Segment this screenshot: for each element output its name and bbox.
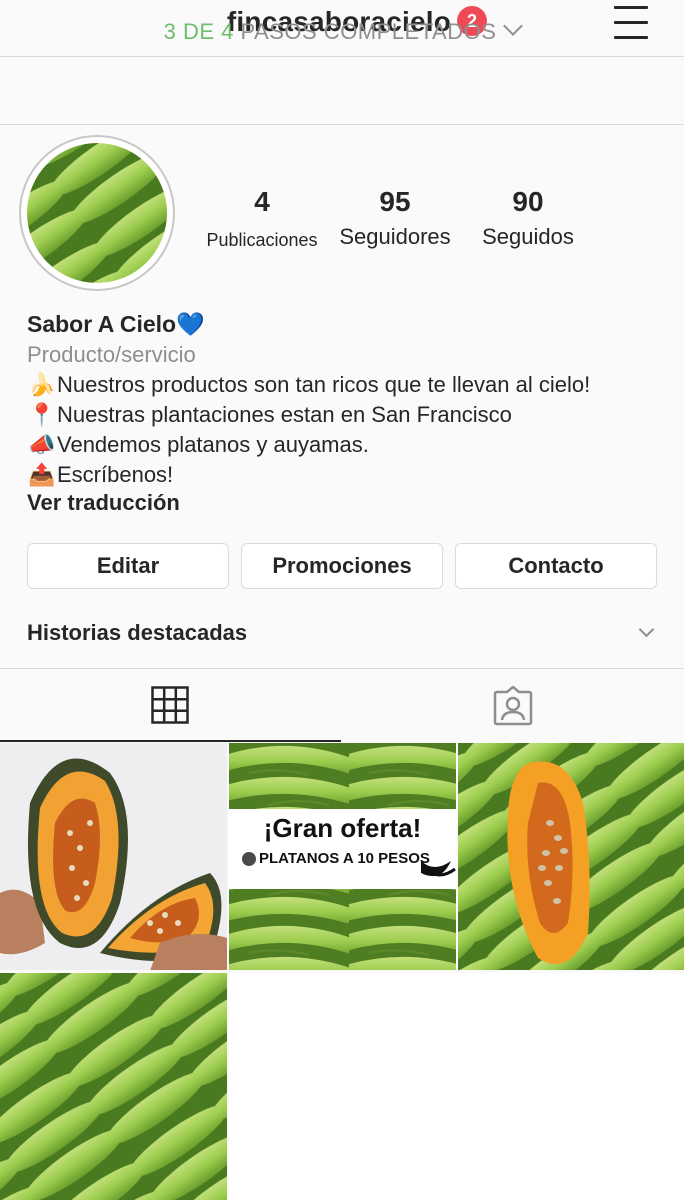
profile-tabs <box>0 668 684 743</box>
steps-label: PASOS COMPLETADOS <box>240 19 497 44</box>
profile-name-text: Sabor A Cielo <box>27 311 177 337</box>
stat-followers-value: 95 <box>379 186 411 217</box>
bio-text: Nuestros productos son tan ricos que te … <box>57 372 591 397</box>
avatar-bananas-image <box>27 143 167 283</box>
stat-followers[interactable]: 95 Seguidores <box>325 186 465 250</box>
outbox-icon: 📤 <box>28 462 56 487</box>
offer-title: ¡Gran oferta! <box>263 813 422 843</box>
chevron-down-icon <box>503 16 524 36</box>
bio-line: 📤Escríbenos! <box>27 460 590 490</box>
active-tab-indicator <box>0 740 341 742</box>
offer-subtitle: PLATANOS A 10 PESOS <box>259 850 430 867</box>
bio-text: Vendemos platanos y auyamas. <box>57 432 369 457</box>
bio-line: 🍌Nuestros productos son tan ricos que te… <box>27 370 590 400</box>
edit-profile-button[interactable]: Editar <box>27 543 229 589</box>
post-thumbnail-offer[interactable]: ¡Gran oferta! PLATANOS A 10 PESOS <box>229 743 456 970</box>
bio-line: 📍Nuestras plantaciones estan en San Fran… <box>27 400 590 430</box>
steps-progress[interactable]: 3 DE 4 PASOS COMPLETADOS <box>0 16 684 45</box>
bio-text: Escríbenos! <box>57 462 174 487</box>
stat-following[interactable]: 90 Seguidos <box>458 186 598 250</box>
blue-heart-icon: 💙 <box>176 311 205 337</box>
contact-button[interactable]: Contacto <box>455 543 657 589</box>
pumpkin-slice-image <box>458 743 684 970</box>
pin-icon: 📍 <box>28 402 56 427</box>
see-translation-link[interactable]: Ver traducción <box>27 490 180 516</box>
bananas-image <box>0 973 227 1200</box>
stat-posts[interactable]: 4 Publicaciones <box>192 186 332 251</box>
steps-banner[interactable] <box>0 57 684 125</box>
tagged-person-icon[interactable] <box>493 685 533 726</box>
avatar[interactable] <box>27 143 167 283</box>
empty-grid-area <box>229 973 684 1200</box>
post-thumbnail-pumpkin-slice[interactable] <box>458 743 684 970</box>
promotions-button[interactable]: Promociones <box>241 543 443 589</box>
post-thumbnail-bananas[interactable] <box>0 973 227 1200</box>
stat-posts-value: 4 <box>254 186 270 217</box>
stat-followers-label: Seguidores <box>339 224 451 249</box>
profile-category: Producto/servicio <box>27 342 196 367</box>
profile-name: Sabor A Cielo💙 <box>27 311 205 338</box>
profile-bio: 🍌Nuestros productos son tan ricos que te… <box>27 370 590 490</box>
grid-icon[interactable] <box>151 686 189 724</box>
steps-count: 3 DE 4 <box>163 19 234 44</box>
pumpkin-halves-image <box>0 743 227 970</box>
stat-following-value: 90 <box>512 186 544 217</box>
banana-icon: 🍌 <box>28 372 56 397</box>
bio-text: Nuestras plantaciones estan en San Franc… <box>57 402 512 427</box>
megaphone-icon: 📣 <box>28 432 56 457</box>
post-thumbnail-pumpkins[interactable] <box>0 743 227 970</box>
chevron-down-icon[interactable] <box>638 621 655 638</box>
story-highlights-label[interactable]: Historias destacadas <box>27 620 247 646</box>
stat-posts-label: Publicaciones <box>206 230 318 250</box>
bio-line: 📣Vendemos platanos y auyamas. <box>27 430 590 460</box>
stat-following-label: Seguidos <box>482 224 574 249</box>
